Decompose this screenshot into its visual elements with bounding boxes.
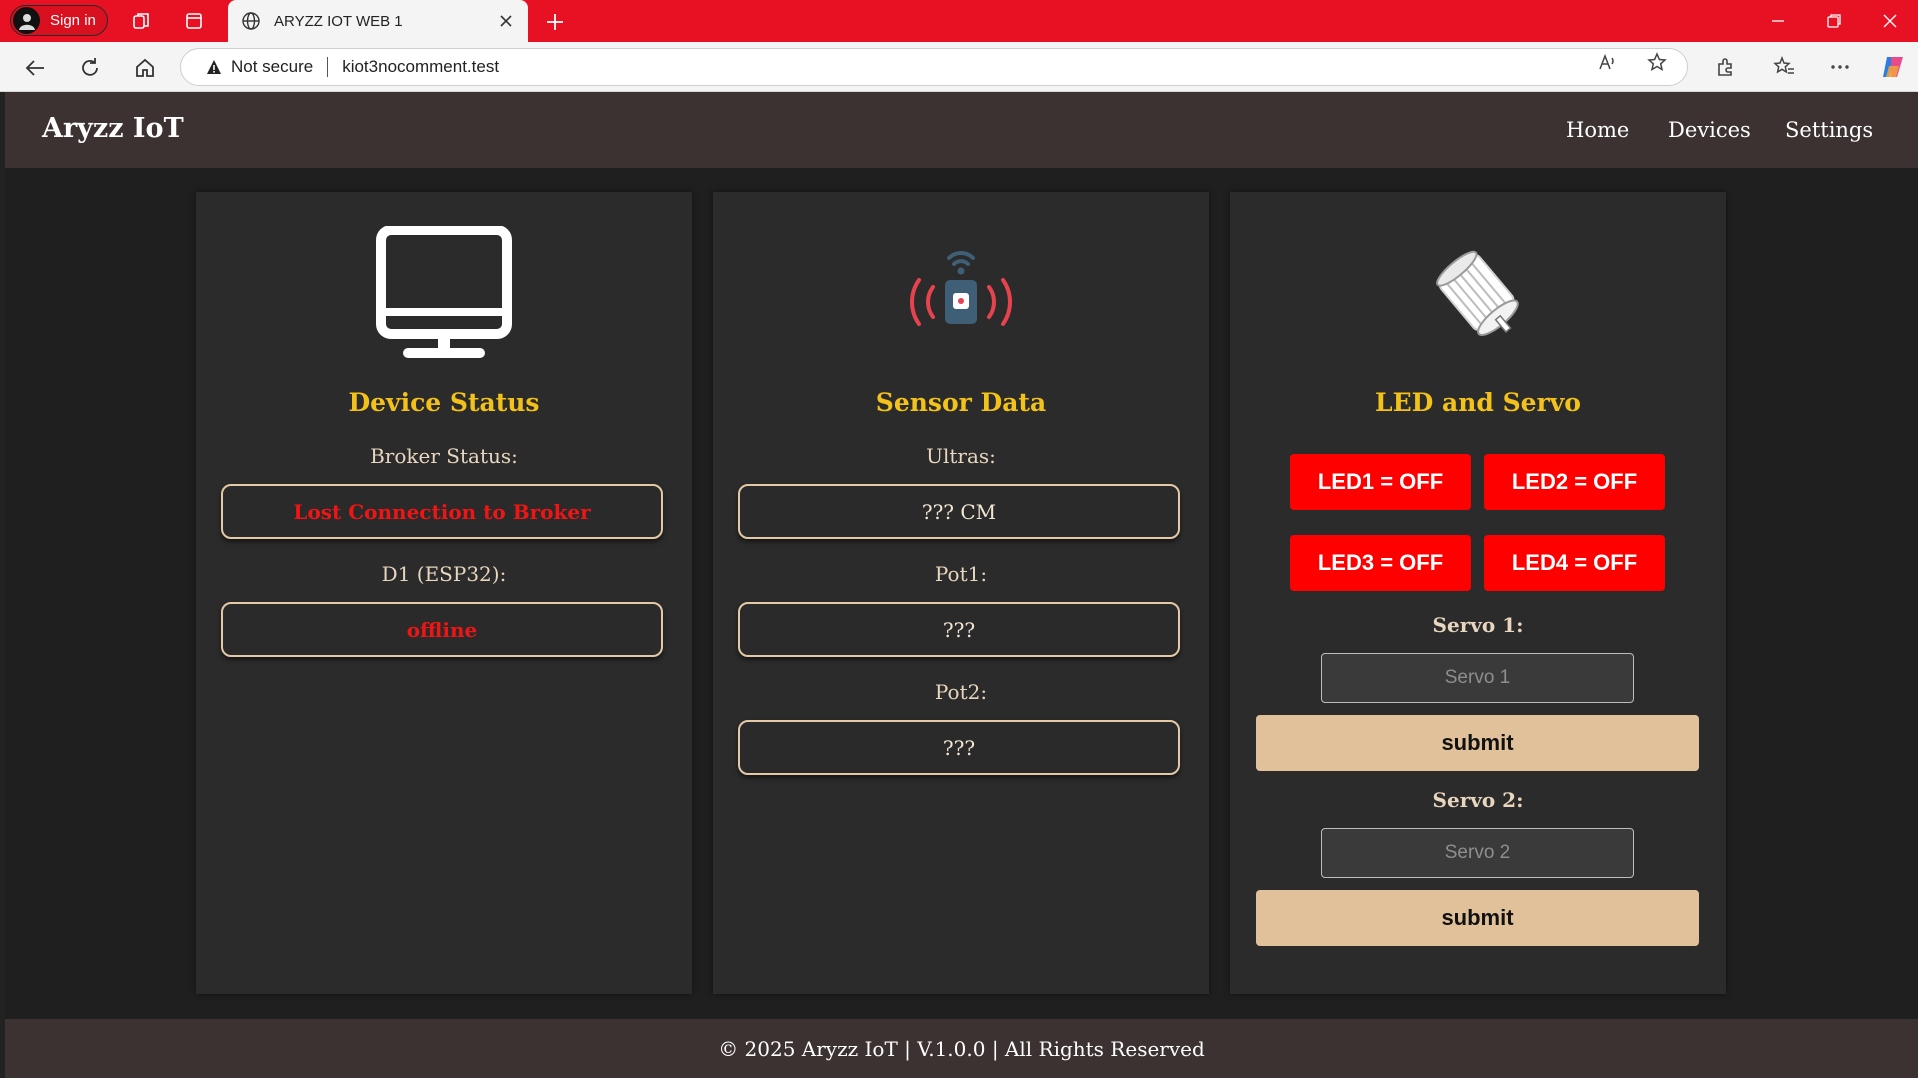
nav-devices[interactable]: Devices: [1668, 118, 1751, 142]
tab-title: ARYZZ IOT WEB 1: [274, 12, 403, 30]
led3-toggle-button[interactable]: LED3 = OFF: [1290, 535, 1471, 591]
warning-icon: [205, 58, 223, 76]
minimize-icon[interactable]: [1758, 6, 1798, 36]
servo2-label: Servo 2:: [1432, 788, 1524, 812]
led2-toggle-button[interactable]: LED2 = OFF: [1484, 454, 1665, 510]
reload-icon[interactable]: [75, 53, 105, 83]
browser-tab-active[interactable]: ARYZZ IOT WEB 1: [228, 0, 528, 42]
divider: [327, 57, 329, 77]
close-tab-icon[interactable]: [492, 7, 520, 35]
led-servo-title: LED and Servo: [1375, 388, 1581, 417]
ultras-value: ??? CM: [738, 484, 1180, 539]
led4-toggle-button[interactable]: LED4 = OFF: [1484, 535, 1665, 591]
brand-logo-text[interactable]: Aryzz IoT: [42, 113, 184, 144]
broker-status-value: Lost Connection to Broker: [221, 484, 663, 539]
device-status-card: Device Status Broker Status: Lost Connec…: [196, 192, 692, 994]
workspaces-icon[interactable]: [130, 9, 154, 33]
d1-label: D1 (ESP32):: [381, 562, 507, 586]
tab-actions-icon[interactable]: [182, 9, 206, 33]
sensor-data-card: Sensor Data Ultras: ??? CM Pot1: ??? Pot…: [713, 192, 1209, 994]
back-arrow-icon[interactable]: [20, 53, 50, 83]
security-label[interactable]: Not secure: [231, 57, 313, 77]
more-options-icon[interactable]: [1826, 53, 1854, 81]
profile-avatar-icon: [13, 7, 40, 34]
pot2-label: Pot2:: [934, 680, 988, 704]
monitor-icon: [196, 224, 692, 364]
dashboard: Device Status Broker Status: Lost Connec…: [5, 168, 1918, 1019]
broker-status-label: Broker Status:: [370, 444, 518, 468]
address-bar: Not secure kiot3nocomment.test: [0, 42, 1918, 92]
servo1-input[interactable]: [1321, 653, 1634, 703]
servo-motor-icon: [1230, 224, 1726, 364]
restore-icon[interactable]: [1814, 6, 1854, 36]
servo2-input[interactable]: [1321, 828, 1634, 878]
wireless-sensor-icon: [713, 224, 1209, 364]
page: Aryzz IoT Home Devices Settings Device S…: [5, 92, 1918, 1078]
sign-in-label: Sign in: [50, 12, 96, 29]
favorites-list-icon[interactable]: [1770, 53, 1798, 81]
globe-icon: [240, 10, 262, 32]
pot2-value: ???: [738, 720, 1180, 775]
d1-status-value: offline: [221, 602, 663, 657]
led-servo-card: LED and Servo LED1 = OFF LED2 = OFF LED3…: [1230, 192, 1726, 994]
servo1-submit-button[interactable]: submit: [1256, 715, 1699, 771]
pot1-value: ???: [738, 602, 1180, 657]
sign-in-button[interactable]: Sign in: [10, 5, 108, 36]
site-header: Aryzz IoT Home Devices Settings: [5, 92, 1918, 168]
url-text[interactable]: kiot3nocomment.test: [342, 57, 499, 77]
pot1-label: Pot1:: [934, 562, 988, 586]
close-window-icon[interactable]: [1870, 6, 1910, 36]
new-tab-icon[interactable]: [542, 9, 568, 35]
read-aloud-icon[interactable]: [1597, 51, 1619, 73]
led1-toggle-button[interactable]: LED1 = OFF: [1290, 454, 1471, 510]
copilot-icon[interactable]: [1879, 53, 1907, 81]
sensor-data-title: Sensor Data: [875, 388, 1047, 417]
ultras-label: Ultras:: [926, 444, 996, 468]
favorite-star-icon[interactable]: [1646, 51, 1668, 73]
nav-home[interactable]: Home: [1566, 118, 1629, 142]
browser-tab-bar: Sign in ARYZZ IOT WEB 1: [0, 0, 1918, 42]
extensions-icon[interactable]: [1712, 53, 1740, 81]
device-status-title: Device Status: [348, 388, 540, 417]
site-footer: © 2025 Aryzz IoT | V.1.0.0 | All Rights …: [5, 1019, 1918, 1078]
servo2-submit-button[interactable]: submit: [1256, 890, 1699, 946]
home-icon[interactable]: [130, 53, 160, 83]
nav-settings[interactable]: Settings: [1785, 118, 1873, 142]
omnibox[interactable]: Not secure kiot3nocomment.test: [180, 48, 1688, 86]
servo1-label: Servo 1:: [1432, 613, 1524, 637]
